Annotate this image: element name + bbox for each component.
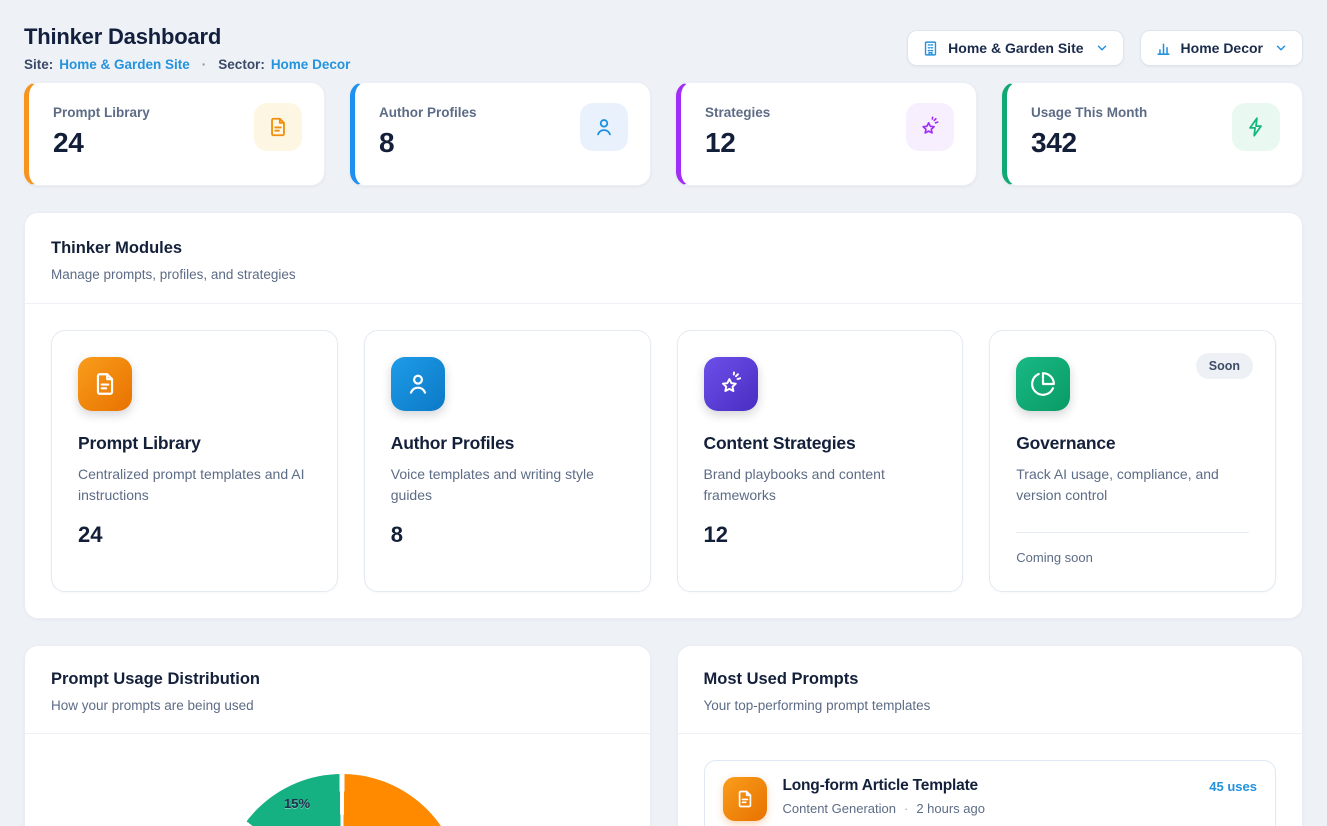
module-count: 8 [391, 522, 624, 548]
modules-grid: Prompt Library Centralized prompt templa… [25, 304, 1302, 618]
prompt-item-title: Long-form Article Template [783, 777, 1194, 795]
stat-value: 342 [1031, 127, 1147, 159]
meta-separator: · [904, 801, 908, 816]
sector-label: Sector: [218, 57, 265, 72]
chevron-down-icon [1095, 41, 1109, 55]
breadcrumb: Site: Home & Garden Site · Sector: Home … [24, 57, 350, 72]
stat-value: 12 [705, 127, 770, 159]
page-header: Thinker Dashboard Site: Home & Garden Si… [24, 24, 1303, 72]
stat-card-prompt-library: Prompt Library 24 [24, 82, 325, 186]
breadcrumb-separator: · [202, 57, 207, 72]
modules-panel-subtitle: Manage prompts, profiles, and strategies [51, 267, 1276, 282]
module-description: Centralized prompt templates and AI inst… [78, 464, 311, 506]
stat-card-strategies: Strategies 12 [676, 82, 977, 186]
module-description: Voice templates and writing style guides [391, 464, 624, 506]
stat-card-usage: Usage This Month 342 [1002, 82, 1303, 186]
prompt-list-item[interactable]: Long-form Article Template Content Gener… [704, 760, 1277, 826]
stat-label: Strategies [705, 105, 770, 120]
prompts-list: Long-form Article Template Content Gener… [678, 734, 1303, 826]
user-icon [580, 103, 628, 151]
stat-text: Usage This Month 342 [1031, 105, 1147, 159]
document-icon [78, 357, 132, 411]
module-description: Brand playbooks and content frameworks [704, 464, 937, 506]
module-count: 24 [78, 522, 311, 548]
prompts-card-subtitle: Your top-performing prompt templates [704, 698, 1277, 713]
header-titles: Thinker Dashboard Site: Home & Garden Si… [24, 24, 350, 72]
module-count: 12 [704, 522, 937, 548]
prompt-uses-badge: 45 uses [1209, 779, 1257, 794]
module-title: Author Profiles [391, 433, 624, 454]
site-selector-button[interactable]: Home & Garden Site [907, 30, 1123, 66]
prompts-card-title: Most Used Prompts [704, 670, 1277, 689]
pie-chart-icon [1016, 357, 1070, 411]
prompt-item-meta: Content Generation · 2 hours ago [783, 801, 1194, 816]
module-card-author-profiles[interactable]: Author Profiles Voice templates and writ… [364, 330, 651, 592]
modules-panel-header: Thinker Modules Manage prompts, profiles… [25, 213, 1302, 304]
header-selectors: Home & Garden Site Home Decor [907, 30, 1303, 66]
prompts-card-header: Most Used Prompts Your top-performing pr… [678, 646, 1303, 734]
prompt-item-category: Content Generation [783, 801, 896, 816]
modules-panel-title: Thinker Modules [51, 239, 1276, 258]
module-title: Prompt Library [78, 433, 311, 454]
document-icon [723, 777, 767, 821]
lightning-icon [1232, 103, 1280, 151]
module-card-prompt-library[interactable]: Prompt Library Centralized prompt templa… [51, 330, 338, 592]
bar-chart-icon [1155, 40, 1172, 57]
stat-value: 24 [53, 127, 150, 159]
site-selector-label: Home & Garden Site [948, 40, 1083, 56]
stat-text: Prompt Library 24 [53, 105, 150, 159]
prompt-usage-card: Prompt Usage Distribution How your promp… [24, 645, 651, 826]
site-label: Site: [24, 57, 53, 72]
donut-chart [222, 774, 462, 826]
chevron-down-icon [1274, 41, 1288, 55]
most-used-prompts-card: Most Used Prompts Your top-performing pr… [677, 645, 1304, 826]
stat-card-author-profiles: Author Profiles 8 [350, 82, 651, 186]
donut-slice-label: 15% [275, 796, 319, 811]
stats-row: Prompt Library 24 Author Profiles 8 Stra… [24, 82, 1303, 186]
prompt-item-text: Long-form Article Template Content Gener… [783, 777, 1194, 816]
soon-badge: Soon [1196, 353, 1253, 379]
donut-chart-wrap: 15% [222, 774, 462, 826]
sector-selector-label: Home Decor [1181, 40, 1263, 56]
sector-selector-button[interactable]: Home Decor [1140, 30, 1303, 66]
prompt-item-time: 2 hours ago [916, 801, 985, 816]
usage-card-subtitle: How your prompts are being used [51, 698, 624, 713]
stat-text: Author Profiles 8 [379, 105, 477, 159]
usage-chart-area: 15% [25, 734, 650, 826]
page-title: Thinker Dashboard [24, 24, 350, 50]
stat-label: Prompt Library [53, 105, 150, 120]
document-icon [254, 103, 302, 151]
sector-link[interactable]: Home Decor [271, 57, 351, 72]
star-sparkle-icon [704, 357, 758, 411]
module-title: Content Strategies [704, 433, 937, 454]
stat-label: Author Profiles [379, 105, 477, 120]
bottom-row: Prompt Usage Distribution How your promp… [24, 645, 1303, 826]
module-title: Governance [1016, 433, 1249, 454]
module-card-governance[interactable]: Soon Governance Track AI usage, complian… [989, 330, 1276, 592]
module-divider [1016, 532, 1249, 533]
stat-label: Usage This Month [1031, 105, 1147, 120]
stat-value: 8 [379, 127, 477, 159]
module-description: Track AI usage, compliance, and version … [1016, 464, 1249, 506]
site-link[interactable]: Home & Garden Site [59, 57, 190, 72]
module-card-content-strategies[interactable]: Content Strategies Brand playbooks and c… [677, 330, 964, 592]
usage-card-header: Prompt Usage Distribution How your promp… [25, 646, 650, 734]
stat-text: Strategies 12 [705, 105, 770, 159]
dashboard-page: Thinker Dashboard Site: Home & Garden Si… [0, 0, 1327, 826]
building-icon [922, 40, 939, 57]
usage-card-title: Prompt Usage Distribution [51, 670, 624, 689]
coming-soon-text: Coming soon [1016, 550, 1249, 565]
thinker-modules-panel: Thinker Modules Manage prompts, profiles… [24, 212, 1303, 619]
star-sparkle-icon [906, 103, 954, 151]
user-icon [391, 357, 445, 411]
